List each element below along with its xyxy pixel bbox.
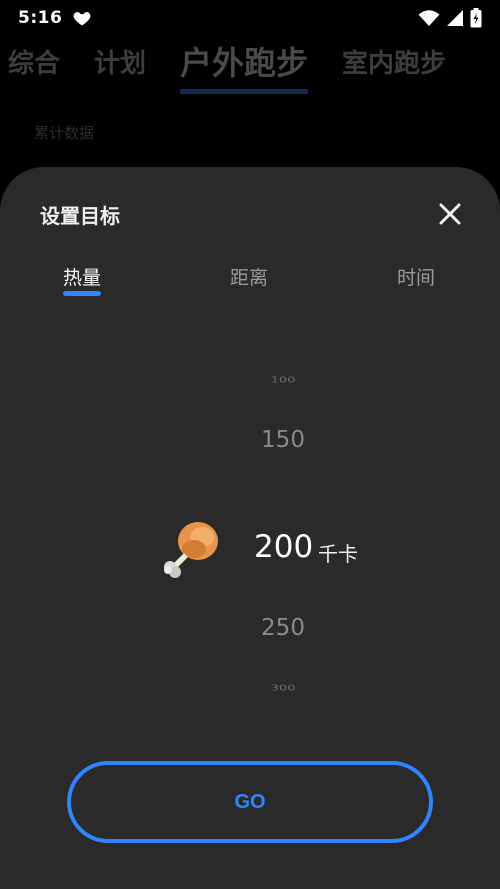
background-tabs: 综合 计划 户外跑步 室内跑步 [8,38,500,94]
battery-icon [470,8,482,28]
tab-time-label: 时间 [397,267,436,289]
bg-tab-plan: 计划 [94,48,147,79]
signal-icon [447,10,463,26]
picker-selected-row: 200 千卡 [0,517,500,587]
heart-icon [73,12,91,26]
selected-calorie-value: 200 [254,529,314,565]
go-button-label: GO [234,790,266,813]
calorie-picker[interactable]: 100 150 200 千卡 250 300 [0,357,500,707]
goal-tabs: 热量 距离 时间 [0,263,500,303]
tab-calories-label: 热量 [63,267,102,289]
bg-tab-outdoor-run: 户外跑步 [180,38,309,94]
picker-value[interactable]: 150 [0,427,500,453]
tab-distance-label: 距离 [230,267,269,289]
go-button[interactable]: GO [67,761,433,843]
drumstick-icon [164,522,218,578]
goal-sheet: 设置目标 热量 距离 时间 100 150 200 千卡 250 300 GO [0,167,500,889]
status-time: 5:16 [18,8,63,28]
status-bar: 5:16 [0,0,500,36]
tab-calories[interactable]: 热量 [63,263,102,296]
picker-value[interactable]: 300 [0,684,500,693]
bg-subtitle: 累计数据 [34,124,95,142]
status-icons [418,8,482,28]
close-icon[interactable] [434,198,466,230]
tab-time[interactable]: 时间 [397,263,435,290]
bg-tab-overview: 综合 [8,48,61,79]
active-tab-indicator [63,291,102,296]
picker-value[interactable]: 100 [0,376,500,385]
bg-tab-indoor-run: 室内跑步 [342,48,447,79]
calorie-unit: 千卡 [318,542,358,566]
wifi-icon [418,10,440,26]
tab-distance[interactable]: 距离 [230,263,268,290]
picker-value[interactable]: 250 [0,615,500,641]
sheet-title: 设置目标 [40,204,120,228]
